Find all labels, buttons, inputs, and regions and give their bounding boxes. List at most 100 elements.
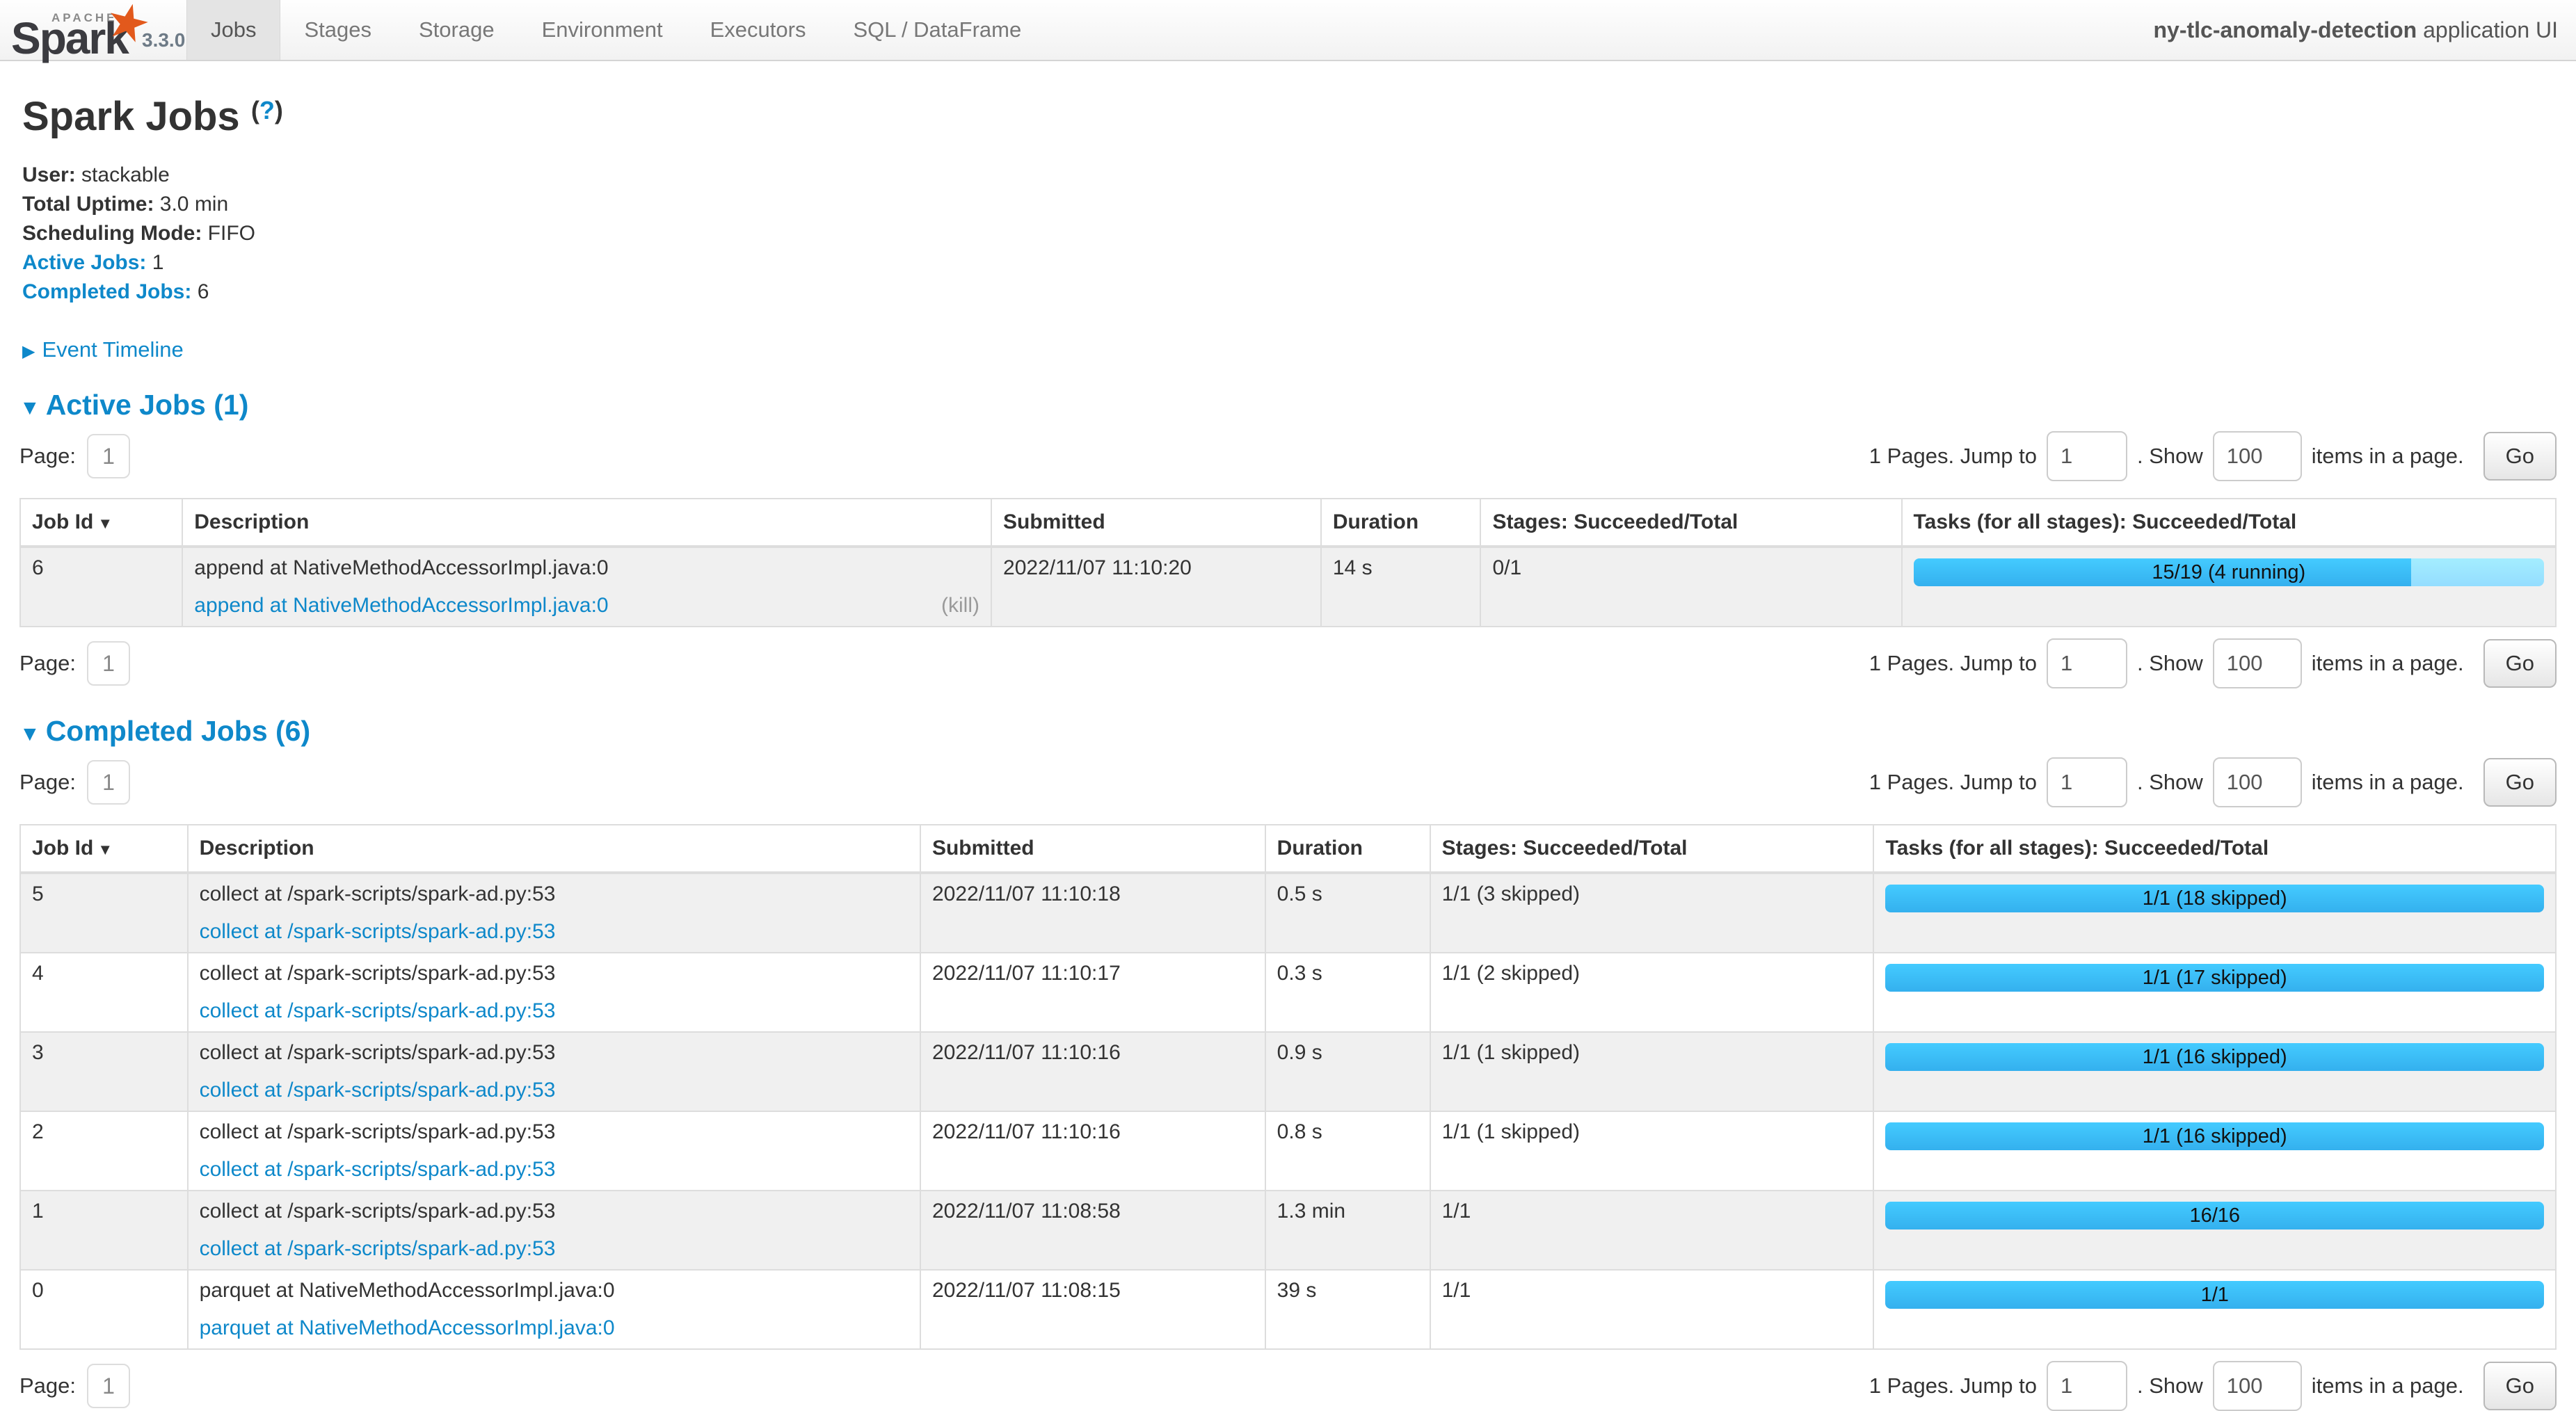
pages-info: 1 Pages. Jump to bbox=[1869, 770, 2037, 795]
items-per-page-input[interactable] bbox=[2213, 638, 2302, 688]
top-nav: APACHE Spark ★ 3.3.0 Jobs Stages Storage… bbox=[0, 0, 2576, 61]
summary-user: User: stackable bbox=[22, 161, 2557, 190]
col-job-id[interactable]: Job Id▼ bbox=[20, 499, 182, 547]
pages-info: 1 Pages. Jump to bbox=[1869, 1373, 2037, 1398]
items-per-page-input[interactable] bbox=[2213, 1361, 2302, 1411]
description-cell: parquet at NativeMethodAccessorImpl.java… bbox=[188, 1270, 920, 1349]
completed-jobs-heading[interactable]: ▼Completed Jobs (6) bbox=[19, 715, 2557, 748]
spark-logo[interactable]: APACHE Spark ★ 3.3.0 bbox=[0, 0, 186, 60]
expanded-arrow-icon: ▼ bbox=[19, 723, 40, 745]
job-detail-link[interactable]: collect at /spark-scripts/spark-ad.py:53 bbox=[200, 920, 556, 943]
job-detail-link[interactable]: collect at /spark-scripts/spark-ad.py:53 bbox=[200, 1079, 556, 1102]
application-name: ny-tlc-anomaly-detection bbox=[2154, 17, 2417, 42]
table-row: 1 collect at /spark-scripts/spark-ad.py:… bbox=[20, 1191, 2556, 1270]
description-cell: collect at /spark-scripts/spark-ad.py:53… bbox=[188, 953, 920, 1032]
nav-tabs: Jobs Stages Storage Environment Executor… bbox=[186, 0, 1045, 60]
summary-active-jobs: Active Jobs: 1 bbox=[22, 248, 2557, 277]
jump-to-input[interactable] bbox=[2047, 1361, 2127, 1411]
go-button[interactable]: Go bbox=[2483, 1362, 2557, 1410]
page-label: Page: bbox=[19, 1373, 76, 1398]
page-number-input[interactable] bbox=[87, 434, 130, 478]
submitted-cell: 2022/11/07 11:08:58 bbox=[920, 1191, 1265, 1270]
col-tasks[interactable]: Tasks (for all stages): Succeeded/Total bbox=[1902, 499, 2556, 547]
kill-link[interactable]: (kill) bbox=[941, 594, 979, 618]
col-tasks[interactable]: Tasks (for all stages): Succeeded/Total bbox=[1873, 825, 2556, 873]
job-detail-link[interactable]: parquet at NativeMethodAccessorImpl.java… bbox=[200, 1316, 615, 1339]
table-row: 2 collect at /spark-scripts/spark-ad.py:… bbox=[20, 1111, 2556, 1191]
duration-cell: 0.3 s bbox=[1265, 953, 1430, 1032]
go-button[interactable]: Go bbox=[2483, 639, 2557, 688]
progress-label: 1/1 (16 skipped) bbox=[1885, 1122, 2544, 1150]
show-label: . Show bbox=[2137, 770, 2203, 795]
submitted-cell: 2022/11/07 11:08:15 bbox=[920, 1270, 1265, 1349]
tab-jobs[interactable]: Jobs bbox=[186, 0, 280, 60]
col-description[interactable]: Description bbox=[188, 825, 920, 873]
jump-to-input[interactable] bbox=[2047, 638, 2127, 688]
pages-info: 1 Pages. Jump to bbox=[1869, 651, 2037, 676]
task-progress-bar: 1/1 bbox=[1885, 1281, 2544, 1309]
col-description[interactable]: Description bbox=[182, 499, 991, 547]
page-number-input[interactable] bbox=[87, 1364, 130, 1408]
description-cell: collect at /spark-scripts/spark-ad.py:53… bbox=[188, 873, 920, 953]
stages-cell: 1/1 (3 skipped) bbox=[1430, 873, 1874, 953]
description-cell: collect at /spark-scripts/spark-ad.py:53… bbox=[188, 1111, 920, 1191]
show-label: . Show bbox=[2137, 444, 2203, 469]
task-progress-bar: 1/1 (17 skipped) bbox=[1885, 964, 2544, 992]
items-label: items in a page. bbox=[2312, 770, 2464, 795]
stages-cell: 1/1 bbox=[1430, 1270, 1874, 1349]
task-progress-bar: 15/19 (4 running) bbox=[1914, 558, 2544, 586]
col-duration[interactable]: Duration bbox=[1321, 499, 1481, 547]
pages-info: 1 Pages. Jump to bbox=[1869, 444, 2037, 469]
submitted-cell: 2022/11/07 11:10:16 bbox=[920, 1111, 1265, 1191]
pagination: Page: 1 Pages. Jump to . Show items in a… bbox=[19, 1361, 2557, 1411]
jump-to-input[interactable] bbox=[2047, 431, 2127, 481]
pagination: Page: 1 Pages. Jump to . Show items in a… bbox=[19, 431, 2557, 481]
expanded-arrow-icon: ▼ bbox=[19, 396, 40, 419]
event-timeline-toggle[interactable]: ▶Event Timeline bbox=[22, 337, 2557, 362]
tasks-cell: 15/19 (4 running) bbox=[1902, 547, 2556, 627]
go-button[interactable]: Go bbox=[2483, 758, 2557, 807]
tab-storage[interactable]: Storage bbox=[395, 0, 518, 60]
progress-label: 1/1 (17 skipped) bbox=[1885, 964, 2544, 992]
job-detail-link[interactable]: append at NativeMethodAccessorImpl.java:… bbox=[194, 594, 608, 617]
task-progress-bar: 16/16 bbox=[1885, 1202, 2544, 1229]
job-id-cell: 3 bbox=[20, 1032, 188, 1111]
completed-jobs-link[interactable]: Completed Jobs: bbox=[22, 280, 191, 303]
items-per-page-input[interactable] bbox=[2213, 757, 2302, 807]
active-jobs-link[interactable]: Active Jobs: bbox=[22, 251, 146, 274]
col-submitted[interactable]: Submitted bbox=[920, 825, 1265, 873]
submitted-cell: 2022/11/07 11:10:20 bbox=[991, 547, 1321, 627]
job-detail-link[interactable]: collect at /spark-scripts/spark-ad.py:53 bbox=[200, 1237, 556, 1260]
go-button[interactable]: Go bbox=[2483, 432, 2557, 481]
stages-cell: 1/1 (2 skipped) bbox=[1430, 953, 1874, 1032]
col-stages[interactable]: Stages: Succeeded/Total bbox=[1480, 499, 1901, 547]
col-job-id[interactable]: Job Id▼ bbox=[20, 825, 188, 873]
page-number-input[interactable] bbox=[87, 641, 130, 686]
job-detail-link[interactable]: collect at /spark-scripts/spark-ad.py:53 bbox=[200, 999, 556, 1022]
col-stages[interactable]: Stages: Succeeded/Total bbox=[1430, 825, 1874, 873]
job-id-cell: 0 bbox=[20, 1270, 188, 1349]
job-detail-link[interactable]: collect at /spark-scripts/spark-ad.py:53 bbox=[200, 1158, 556, 1181]
pagination: Page: 1 Pages. Jump to . Show items in a… bbox=[19, 757, 2557, 807]
task-progress-bar: 1/1 (16 skipped) bbox=[1885, 1122, 2544, 1150]
collapsed-arrow-icon: ▶ bbox=[22, 342, 35, 361]
active-jobs-heading[interactable]: ▼Active Jobs (1) bbox=[19, 389, 2557, 421]
items-per-page-input[interactable] bbox=[2213, 431, 2302, 481]
stages-cell: 1/1 bbox=[1430, 1191, 1874, 1270]
jump-to-input[interactable] bbox=[2047, 757, 2127, 807]
stages-cell: 1/1 (1 skipped) bbox=[1430, 1111, 1874, 1191]
tab-sql-dataframe[interactable]: SQL / DataFrame bbox=[829, 0, 1045, 60]
page-label: Page: bbox=[19, 651, 76, 676]
pagination: Page: 1 Pages. Jump to . Show items in a… bbox=[19, 638, 2557, 688]
help-link[interactable]: (?) bbox=[251, 96, 283, 124]
table-row: 4 collect at /spark-scripts/spark-ad.py:… bbox=[20, 953, 2556, 1032]
tab-stages[interactable]: Stages bbox=[280, 0, 395, 60]
tab-executors[interactable]: Executors bbox=[687, 0, 830, 60]
col-submitted[interactable]: Submitted bbox=[991, 499, 1321, 547]
page-label: Page: bbox=[19, 770, 76, 795]
tab-environment[interactable]: Environment bbox=[518, 0, 687, 60]
page-number-input[interactable] bbox=[87, 760, 130, 805]
col-duration[interactable]: Duration bbox=[1265, 825, 1430, 873]
description-cell: append at NativeMethodAccessorImpl.java:… bbox=[182, 547, 991, 627]
job-summary: User: stackable Total Uptime: 3.0 min Sc… bbox=[22, 161, 2557, 307]
